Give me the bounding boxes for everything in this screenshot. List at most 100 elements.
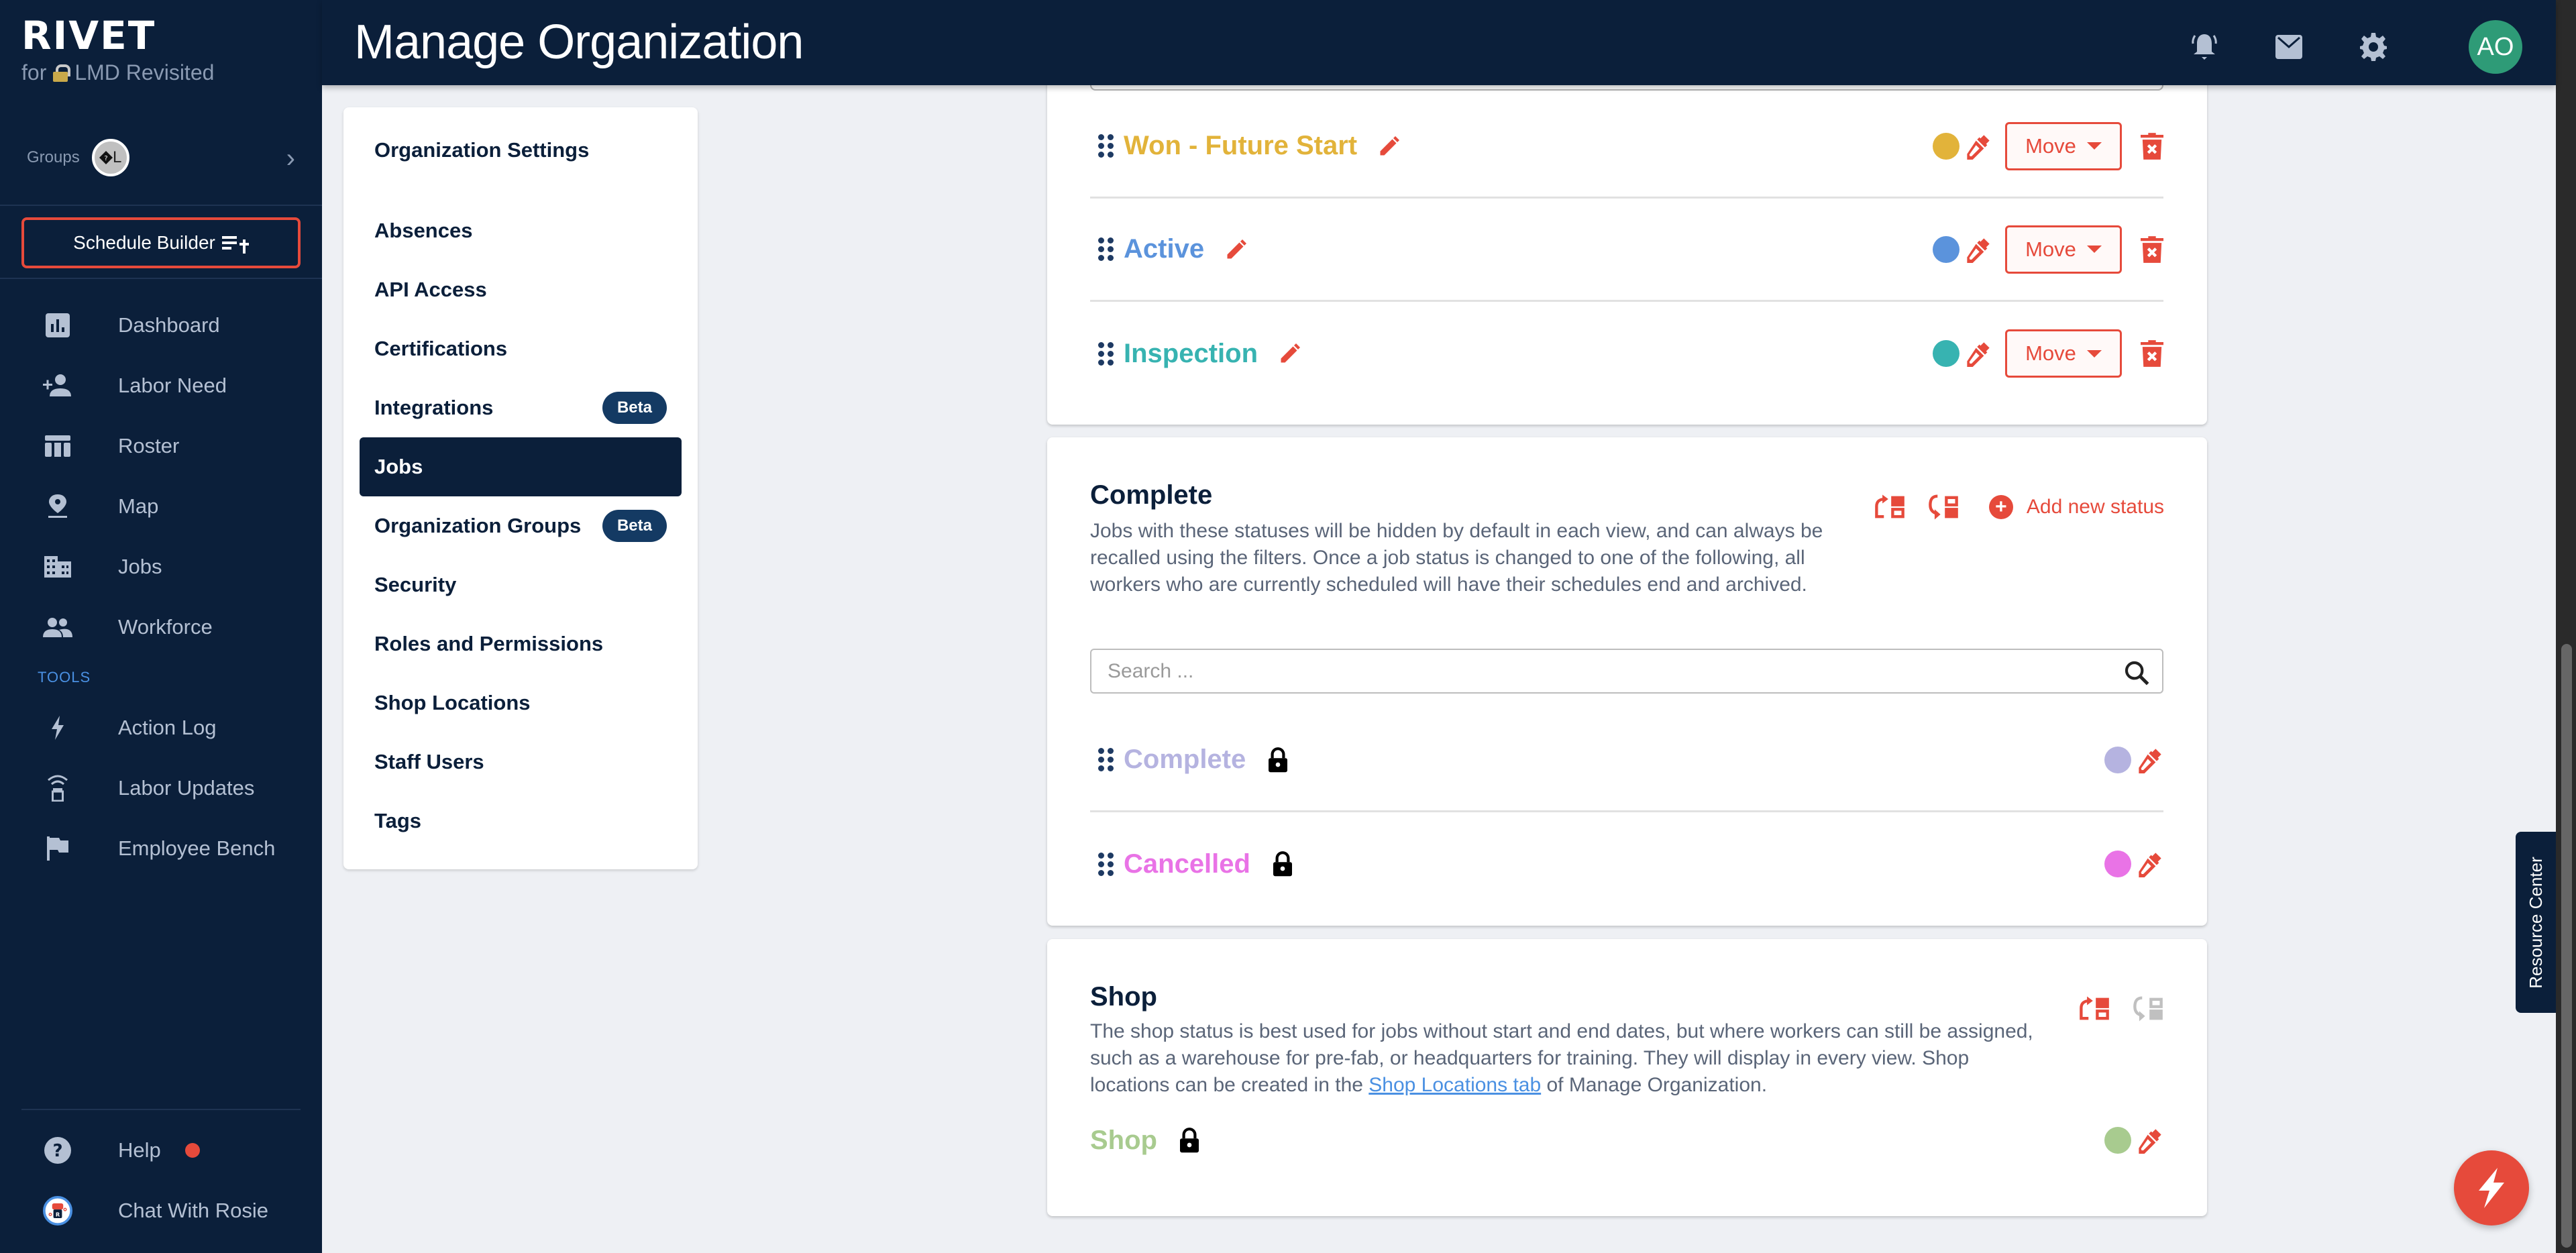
nav-item-roster[interactable]: Roster xyxy=(0,416,322,476)
delete-icon[interactable] xyxy=(2141,340,2163,367)
caret-down-icon xyxy=(2086,142,2102,150)
svg-text:?: ? xyxy=(52,1141,62,1161)
brand-logo: RIVET xyxy=(21,13,156,58)
settings-item-label: Tags xyxy=(374,809,422,832)
edit-pencil-icon[interactable] xyxy=(1224,237,1248,262)
search-input[interactable] xyxy=(1108,659,2114,683)
nav-item-employee-bench[interactable]: Employee Bench xyxy=(0,818,322,879)
nav-item-action-log[interactable]: Action Log xyxy=(0,698,322,758)
notifications-icon[interactable] xyxy=(2183,25,2226,68)
color-picker-icon[interactable] xyxy=(2137,1127,2163,1154)
caret-down-icon xyxy=(2086,349,2102,358)
groups-selector[interactable]: Groups ? L › xyxy=(27,134,295,181)
nav-label: Workforce xyxy=(118,615,213,639)
move-label: Move xyxy=(2025,133,2076,158)
move-dropdown-button[interactable]: Move xyxy=(2005,121,2122,170)
shop-locations-tab-link[interactable]: Shop Locations tab xyxy=(1368,1074,1541,1096)
expand-all-icon[interactable] xyxy=(2078,995,2110,1022)
drag-handle-icon[interactable] xyxy=(1098,237,1114,261)
settings-item-roles-and-permissions[interactable]: Roles and Permissions xyxy=(360,614,682,673)
section-description: The shop status is best used for jobs wi… xyxy=(1090,1018,2043,1099)
settings-item-certifications[interactable]: Certifications xyxy=(360,319,682,378)
page-scrollbar[interactable] xyxy=(2556,0,2576,1253)
status-name: Active xyxy=(1124,234,1205,264)
schedule-builder-label: Schedule Builder xyxy=(73,232,215,253)
color-picker-icon[interactable] xyxy=(2137,851,2163,877)
nav-item-help[interactable]: ? Help xyxy=(0,1120,322,1181)
in-progress-status-card: Won - Future Start Move Active Move Insp… xyxy=(1047,54,2207,425)
drag-handle-icon[interactable] xyxy=(1098,748,1114,771)
status-color-swatch xyxy=(1933,235,1960,263)
settings-item-tags[interactable]: Tags xyxy=(360,792,682,851)
settings-item-organization-groups[interactable]: Organization Groups Beta xyxy=(360,496,682,555)
settings-item-staff-users[interactable]: Staff Users xyxy=(360,732,682,792)
color-picker-icon[interactable] xyxy=(2137,747,2163,773)
playlist-add-icon xyxy=(221,233,249,254)
settings-item-absences[interactable]: Absences xyxy=(360,201,682,260)
delete-icon[interactable] xyxy=(2141,236,2163,263)
user-avatar[interactable]: AO xyxy=(2469,20,2522,74)
broadcast-icon xyxy=(43,773,72,803)
settings-item-integrations[interactable]: Integrations Beta xyxy=(360,378,682,437)
page-title: Manage Organization xyxy=(354,15,804,69)
description-text: of Manage Organization. xyxy=(1541,1074,1768,1096)
nav-item-dashboard[interactable]: Dashboard xyxy=(0,295,322,356)
settings-title[interactable]: Organization Settings xyxy=(374,138,589,162)
scrollbar-thumb[interactable] xyxy=(2561,644,2572,1248)
drag-handle-icon[interactable] xyxy=(1098,341,1114,366)
nav-item-labor-need[interactable]: Labor Need xyxy=(0,356,322,416)
top-header: Manage Organization AO xyxy=(322,0,2556,85)
move-dropdown-button[interactable]: Move xyxy=(2005,329,2122,378)
status-row: Active Move xyxy=(1090,199,2163,302)
settings-item-label: Absences xyxy=(374,219,473,242)
section-title: Shop xyxy=(1090,982,1157,1012)
color-picker-icon[interactable] xyxy=(1965,133,1992,160)
settings-panel: Organization Settings Absences API Acces… xyxy=(343,107,698,869)
nav-item-workforce[interactable]: Workforce xyxy=(0,597,322,657)
collapse-all-icon xyxy=(2132,995,2164,1022)
caret-down-icon xyxy=(2086,246,2102,253)
notification-dot xyxy=(184,1143,200,1158)
add-new-status-label: Add new status xyxy=(2026,496,2164,518)
nav-label: Map xyxy=(118,494,159,518)
chevron-right-icon[interactable]: › xyxy=(286,144,295,174)
search-icon[interactable] xyxy=(2123,659,2150,686)
status-row: Shop xyxy=(1090,1100,2163,1181)
add-new-status-button[interactable]: + Add new status xyxy=(1988,495,2164,519)
edit-pencil-icon[interactable] xyxy=(1278,341,1302,366)
color-picker-icon[interactable] xyxy=(1965,340,1992,367)
nav-label: Jobs xyxy=(118,555,162,578)
nav-item-chat-with-rosie[interactable]: R Chat With Rosie xyxy=(0,1181,322,1241)
section-actions: + Add new status xyxy=(1852,494,2164,521)
drag-handle-icon[interactable] xyxy=(1098,134,1114,158)
move-dropdown-button[interactable]: Move xyxy=(2005,225,2122,274)
nav-item-labor-updates[interactable]: Labor Updates xyxy=(0,758,322,818)
bolt-icon xyxy=(43,713,72,743)
collapse-all-icon[interactable] xyxy=(1927,494,1960,521)
settings-item-shop-locations[interactable]: Shop Locations xyxy=(360,673,682,732)
nav-item-jobs[interactable]: Jobs xyxy=(0,537,322,597)
drag-handle-icon[interactable] xyxy=(1098,852,1114,876)
delete-icon[interactable] xyxy=(2141,133,2163,160)
nav-label: Labor Need xyxy=(118,374,227,397)
settings-item-jobs[interactable]: Jobs xyxy=(360,437,682,496)
nav-label: Employee Bench xyxy=(118,836,276,860)
settings-item-api-access[interactable]: API Access xyxy=(360,260,682,319)
settings-item-security[interactable]: Security xyxy=(360,555,682,614)
edit-pencil-icon[interactable] xyxy=(1377,134,1401,158)
settings-icon[interactable] xyxy=(2352,25,2395,68)
groups-label: Groups xyxy=(27,148,80,166)
status-row-actions xyxy=(2104,812,2163,916)
settings-item-label: API Access xyxy=(374,278,487,301)
mail-icon[interactable] xyxy=(2267,25,2310,68)
nav-item-map[interactable]: Map xyxy=(0,476,322,537)
resource-center-tab[interactable]: Resource Center xyxy=(2516,832,2556,1013)
quick-action-button[interactable] xyxy=(2454,1150,2529,1225)
color-picker-icon[interactable] xyxy=(1965,236,1992,263)
unknown-glyph-icon: ? xyxy=(99,151,113,164)
status-name: Won - Future Start xyxy=(1124,131,1358,160)
status-color-swatch xyxy=(1933,132,1960,160)
expand-all-icon[interactable] xyxy=(1874,494,1906,521)
schedule-builder-button[interactable]: Schedule Builder xyxy=(21,217,301,268)
add-circle-icon: + xyxy=(1988,495,2013,519)
